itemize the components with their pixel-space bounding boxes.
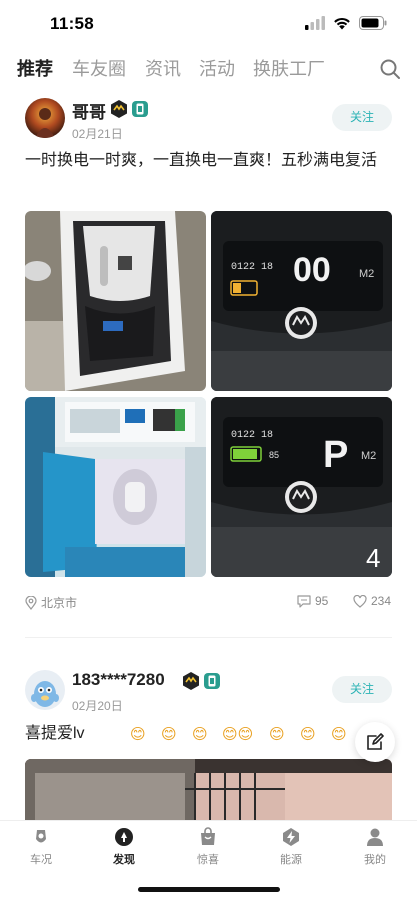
emoji: 😊 [192,726,208,743]
vip-badge-icon [111,100,127,118]
tab-recommend[interactable]: 推荐 [17,55,53,81]
location-pin-icon [25,595,37,610]
compose-post-button[interactable] [355,722,395,762]
nav-item-surprise[interactable]: 惊喜 [178,827,238,867]
verified-owner-badge-icon [132,101,148,117]
post-date: 02月21日 [72,127,123,141]
nav-label: 我的 [364,854,386,866]
odometer-text: 0122 18 [231,430,273,441]
nav-item-energy[interactable]: 能源 [261,827,321,867]
nav-item-vehicle[interactable]: 车况 [11,827,71,867]
battery-icon [359,16,387,30]
scooter-icon [36,830,46,843]
dash-unit: M2 [361,450,376,462]
post-date: 02月20日 [72,699,123,713]
feed: 哥哥 02月21日 关注 一时换电一时爽，一直换电一直爽！五秒满电复活 0122… [0,88,417,820]
post-location: 北京市 [25,594,77,611]
post-photo[interactable] [25,759,392,820]
dashboard-photo: 0122 18 P M2 85 4 [211,397,392,577]
comment-button[interactable]: 95 [297,594,328,608]
top-tab-bar: 推荐 车友圈 资讯 活动 换肤工厂 [0,55,417,85]
emoji: 😊 [269,726,285,743]
location-text: 北京市 [41,596,78,610]
avatar[interactable] [25,98,65,138]
post-photo[interactable] [25,397,206,577]
follow-button[interactable]: 关注 [332,676,392,703]
nav-label: 发现 [113,854,135,866]
nav-item-discover[interactable]: 发现 [94,827,154,867]
bottom-nav: 车况 发现 惊喜 能源 我的 [0,820,417,901]
scooter-storage-photo [25,211,206,391]
tab-car-friends[interactable]: 车友圈 [72,55,126,81]
nav-label: 车况 [30,854,52,866]
edit-pencil-icon [367,733,384,750]
emoji: 😊😊 [222,726,254,743]
nav-label: 能源 [280,854,302,866]
follow-button[interactable]: 关注 [332,104,392,131]
dash-unit: M2 [359,268,374,280]
emoji: 😊 [331,726,347,743]
dashboard-photo: 0122 18 00 M2 [211,211,392,391]
post-text: 喜提爱lv [25,725,85,742]
dash-big-readout: P [323,434,348,476]
post-divider [25,637,392,638]
emoji: 😊 [130,726,146,743]
lightning-icon [283,828,299,846]
post-photo[interactable]: 0122 18 00 M2 [211,211,392,391]
username[interactable]: 183****7280 [72,670,165,690]
status-bar: 11:58 [0,0,417,50]
post-photo[interactable] [25,211,206,391]
battery-cabinet-photo [25,397,206,577]
comment-icon [297,594,311,608]
tab-skin-factory[interactable]: 换肤工厂 [253,55,325,81]
home-indicator[interactable] [138,887,280,892]
battery-percent: 85 [269,450,279,460]
status-icons [305,16,387,30]
avatar-image [25,98,65,138]
nav-item-mine[interactable]: 我的 [345,827,405,867]
tab-events[interactable]: 活动 [199,55,235,81]
odometer-text: 0122 18 [231,262,273,273]
status-time: 11:58 [50,14,95,33]
person-icon [367,828,383,846]
avatar[interactable] [25,670,65,710]
compass-icon [115,828,133,846]
nav-label: 惊喜 [197,854,219,866]
like-count: 234 [371,594,392,608]
heart-icon [353,594,367,608]
gift-bag-icon [201,827,215,845]
search-icon[interactable] [379,58,401,80]
wifi-icon [334,17,350,30]
tab-news[interactable]: 资讯 [145,55,181,81]
emoji: 😊 [161,726,177,743]
dash-big-readout: 00 [293,251,331,289]
cartoon-avatar-image [25,670,65,710]
more-photos-count: 4 [366,543,380,573]
comment-count: 95 [315,594,329,608]
username[interactable]: 哥哥 [72,98,106,123]
like-button[interactable]: 234 [353,594,391,608]
verified-owner-badge-icon [204,673,220,689]
vip-badge-icon [183,672,199,690]
emoji: 😊 [300,726,316,743]
cellular-signal-icon [305,16,325,30]
post-photo[interactable]: 0122 18 P M2 85 4 [211,397,392,577]
post-text: 一时换电一时爽，一直换电一直爽！五秒满电复活 [25,152,378,169]
balcony-photo [25,759,392,820]
